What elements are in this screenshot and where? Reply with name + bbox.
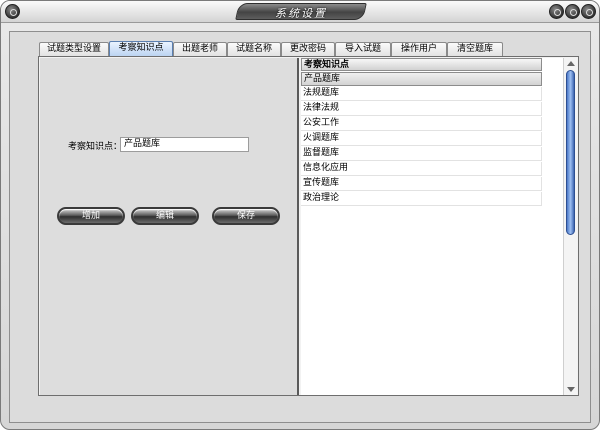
list-item[interactable]: 监督题库	[301, 147, 542, 161]
list-item[interactable]: 法律法规	[301, 102, 542, 116]
settings-window: 系统设置 试题类型设置 考察知识点 出题老师 试题名称 更改密码 导入试题 操作…	[0, 0, 600, 430]
edit-pane	[40, 58, 299, 395]
save-button[interactable]: 保存	[212, 207, 280, 225]
title-bar[interactable]: 系统设置	[1, 1, 599, 23]
list-scrollbar[interactable]	[563, 58, 577, 395]
tab-import-questions[interactable]: 导入试题	[335, 42, 391, 56]
list-column-header[interactable]: 考察知识点	[301, 58, 542, 71]
tab-question-name[interactable]: 试题名称	[227, 42, 281, 56]
scroll-thumb[interactable]	[566, 70, 575, 235]
knowledge-point-input[interactable]: 产品题库	[120, 137, 249, 152]
tab-question-type-settings[interactable]: 试题类型设置	[39, 42, 109, 56]
add-button[interactable]: 增加	[57, 207, 125, 225]
tab-clear-question-bank[interactable]: 清空题库	[447, 42, 503, 56]
tab-question-teacher[interactable]: 出题老师	[173, 42, 227, 56]
scroll-down-arrow-icon[interactable]	[567, 387, 575, 392]
tab-change-password[interactable]: 更改密码	[281, 42, 335, 56]
list-item[interactable]: 政治理论	[301, 192, 542, 206]
tab-operator-users[interactable]: 操作用户	[391, 42, 447, 56]
list-item[interactable]: 火调题库	[301, 132, 542, 146]
list-item[interactable]: 法规题库	[301, 87, 542, 101]
list-item[interactable]: 产品题库	[301, 72, 542, 86]
maximize-icon[interactable]	[565, 4, 580, 19]
list-item[interactable]: 公安工作	[301, 117, 542, 131]
list-item[interactable]: 信息化应用	[301, 162, 542, 176]
edit-button[interactable]: 编辑	[131, 207, 199, 225]
close-icon[interactable]	[581, 4, 596, 19]
list-item[interactable]: 宣传题库	[301, 177, 542, 191]
knowledge-point-label: 考察知识点：	[68, 142, 123, 152]
scroll-up-arrow-icon[interactable]	[567, 61, 575, 66]
window-title: 系统设置	[275, 7, 327, 20]
system-menu-icon[interactable]	[5, 4, 20, 19]
minimize-icon[interactable]	[549, 4, 564, 19]
knowledge-point-list: 考察知识点 产品题库 法规题库 法律法规 公安工作 火调题库 监督题库 信息化应…	[301, 58, 563, 395]
tab-knowledge-points[interactable]: 考察知识点	[109, 41, 173, 56]
